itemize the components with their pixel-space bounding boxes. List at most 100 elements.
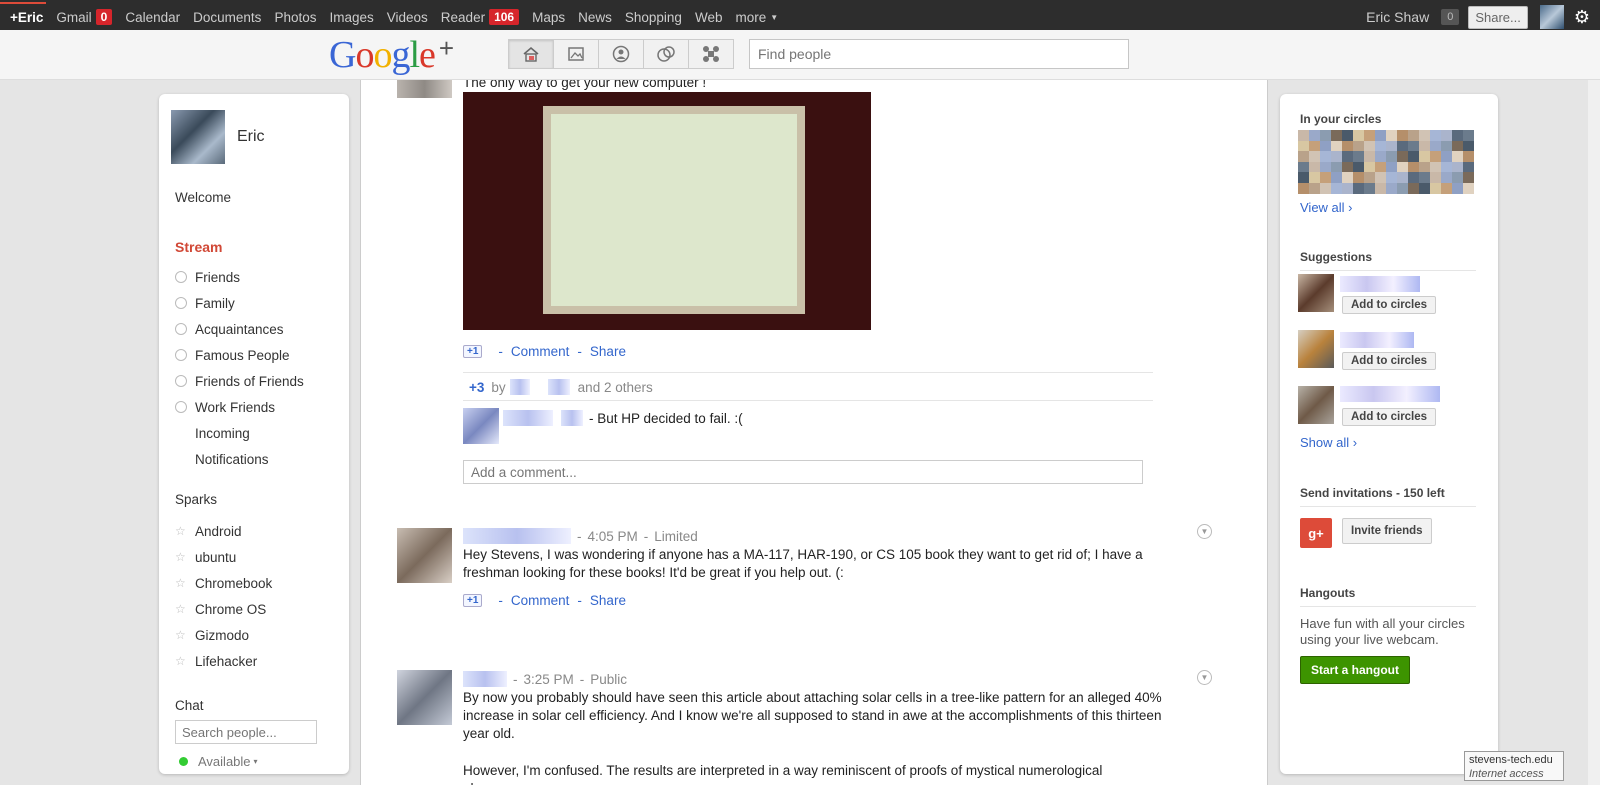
share-link[interactable]: Share <box>590 344 626 359</box>
profile-name[interactable]: Eric <box>237 128 265 146</box>
circle-member-avatar-tile <box>1320 151 1331 162</box>
spark-android[interactable]: ☆ Android <box>175 518 272 544</box>
nav-web[interactable]: Web <box>695 10 723 25</box>
avatar[interactable] <box>1298 274 1334 312</box>
circle-members-grid[interactable] <box>1298 130 1474 194</box>
post-body-continued: However, I'm confused. The results are i… <box>463 763 1103 785</box>
blurred-name[interactable] <box>561 410 583 426</box>
add-to-circles-button[interactable]: Add to circles <box>1342 352 1437 370</box>
add-to-circles-button[interactable]: Add to circles <box>1342 408 1437 426</box>
blurred-author-name[interactable] <box>463 671 507 687</box>
notification-count[interactable]: 0 <box>1441 9 1460 25</box>
sidebar-item-acquaintances[interactable]: Acquaintances <box>175 316 304 342</box>
add-comment-input[interactable] <box>463 460 1143 484</box>
spark-icon: ☆ <box>175 654 186 668</box>
stream-link[interactable]: Stream <box>175 239 222 255</box>
nav-news[interactable]: News <box>578 10 612 25</box>
comment-link[interactable]: Comment <box>511 344 570 359</box>
nav-more[interactable]: more ▼ <box>735 10 778 25</box>
spark-chromebook[interactable]: ☆ Chromebook <box>175 570 272 596</box>
google-plus-logo[interactable]: Google + <box>329 33 454 77</box>
page-scrollbar[interactable] <box>1588 80 1600 785</box>
post-menu-chevron-down-icon[interactable]: ▼ <box>1197 524 1212 539</box>
post-visibility[interactable]: Public <box>590 672 627 687</box>
circle-member-avatar-tile <box>1320 172 1331 183</box>
nav-calendar[interactable]: Calendar <box>125 10 180 25</box>
circle-member-avatar-tile <box>1408 151 1419 162</box>
circle-member-avatar-tile <box>1298 130 1309 141</box>
plus-one-button[interactable]: +1 <box>463 594 483 607</box>
invite-friends-button[interactable]: Invite friends <box>1342 518 1432 544</box>
divider <box>1300 506 1476 507</box>
post-time[interactable]: 4:05 PM <box>588 529 638 544</box>
circle-icon <box>175 297 187 309</box>
sidebar-item-incoming[interactable]: Incoming <box>175 420 304 446</box>
spark-chrome-os[interactable]: ☆ Chrome OS <box>175 596 272 622</box>
avatar[interactable] <box>397 528 452 583</box>
start-hangout-button[interactable]: Start a hangout <box>1300 656 1411 684</box>
avatar[interactable] <box>397 80 452 98</box>
chat-status[interactable]: Available ▾ <box>179 754 258 769</box>
plus-one-button[interactable]: +1 <box>463 345 483 358</box>
blurred-name[interactable] <box>503 410 553 426</box>
nav-videos[interactable]: Videos <box>387 10 428 25</box>
circle-member-avatar-tile <box>1364 172 1375 183</box>
nav-plus-eric[interactable]: +Eric <box>10 10 43 25</box>
view-all-link[interactable]: View all › <box>1300 200 1353 215</box>
avatar[interactable] <box>463 408 499 444</box>
suggestion-name-blurred[interactable] <box>1340 332 1414 348</box>
sidebar-item-friends-of-friends[interactable]: Friends of Friends <box>175 368 304 394</box>
caret-down-icon: ▼ <box>770 12 779 22</box>
profile-icon[interactable] <box>598 39 644 69</box>
suggestion-name-blurred[interactable] <box>1340 386 1440 402</box>
circle-member-avatar-tile <box>1463 161 1474 173</box>
avatar[interactable] <box>397 670 452 725</box>
post-time[interactable]: 3:25 PM <box>524 672 574 687</box>
home-icon[interactable] <box>508 39 554 69</box>
caret-down-icon: ▾ <box>253 757 258 766</box>
nav-shopping[interactable]: Shopping <box>625 10 682 25</box>
nav-gmail[interactable]: Gmail 0 <box>56 9 113 25</box>
profile-summary[interactable]: Eric <box>171 110 265 164</box>
sidebar-item-label: Acquaintances <box>195 321 284 337</box>
spark-lifehacker[interactable]: ☆ Lifehacker <box>175 648 272 674</box>
find-people-input[interactable] <box>749 39 1129 69</box>
avatar[interactable] <box>1298 386 1334 424</box>
nav-photos[interactable]: Photos <box>274 10 316 25</box>
chat-search-input[interactable] <box>175 720 317 744</box>
post-image[interactable] <box>463 92 871 330</box>
spark-gizmodo[interactable]: ☆ Gizmodo <box>175 622 272 648</box>
nav-maps[interactable]: Maps <box>532 10 565 25</box>
sidebar-item-work-friends[interactable]: Work Friends <box>175 394 304 420</box>
blurred-author-name[interactable] <box>463 528 571 544</box>
plus-ones-summary[interactable]: +3 by and 2 others <box>469 379 653 395</box>
share-button[interactable]: Share... <box>1468 5 1528 29</box>
circle-member-avatar-tile <box>1364 151 1375 162</box>
nav-reader[interactable]: Reader 106 <box>441 9 520 25</box>
user-avatar[interactable] <box>1539 5 1564 29</box>
photos-icon[interactable] <box>553 39 599 69</box>
nav-images[interactable]: Images <box>329 10 373 25</box>
user-name[interactable]: Eric Shaw <box>1366 9 1429 25</box>
post-visibility[interactable]: Limited <box>654 529 698 544</box>
sidebar-item-friends[interactable]: Friends <box>175 264 304 290</box>
add-to-circles-button[interactable]: Add to circles <box>1342 296 1437 314</box>
sidebar-item-notifications[interactable]: Notifications <box>175 446 304 472</box>
sidebar-item-family[interactable]: Family <box>175 290 304 316</box>
gear-icon[interactable]: ⚙ <box>1574 7 1590 28</box>
sidebar-item-famous-people[interactable]: Famous People <box>175 342 304 368</box>
circle-member-avatar-tile <box>1298 172 1309 183</box>
suggestion-name-blurred[interactable] <box>1340 276 1420 292</box>
post-menu-chevron-down-icon[interactable]: ▼ <box>1197 670 1212 685</box>
share-link[interactable]: Share <box>590 593 626 608</box>
show-all-link[interactable]: Show all › <box>1300 435 1357 450</box>
suggestions-heading: Suggestions <box>1300 250 1373 264</box>
welcome-link[interactable]: Welcome <box>175 190 231 205</box>
comment-link[interactable]: Comment <box>511 593 570 608</box>
games-icon[interactable] <box>688 39 734 69</box>
circles-icon[interactable] <box>643 39 689 69</box>
avatar[interactable] <box>171 110 225 164</box>
spark-ubuntu[interactable]: ☆ ubuntu <box>175 544 272 570</box>
avatar[interactable] <box>1298 330 1334 368</box>
nav-documents[interactable]: Documents <box>193 10 261 25</box>
